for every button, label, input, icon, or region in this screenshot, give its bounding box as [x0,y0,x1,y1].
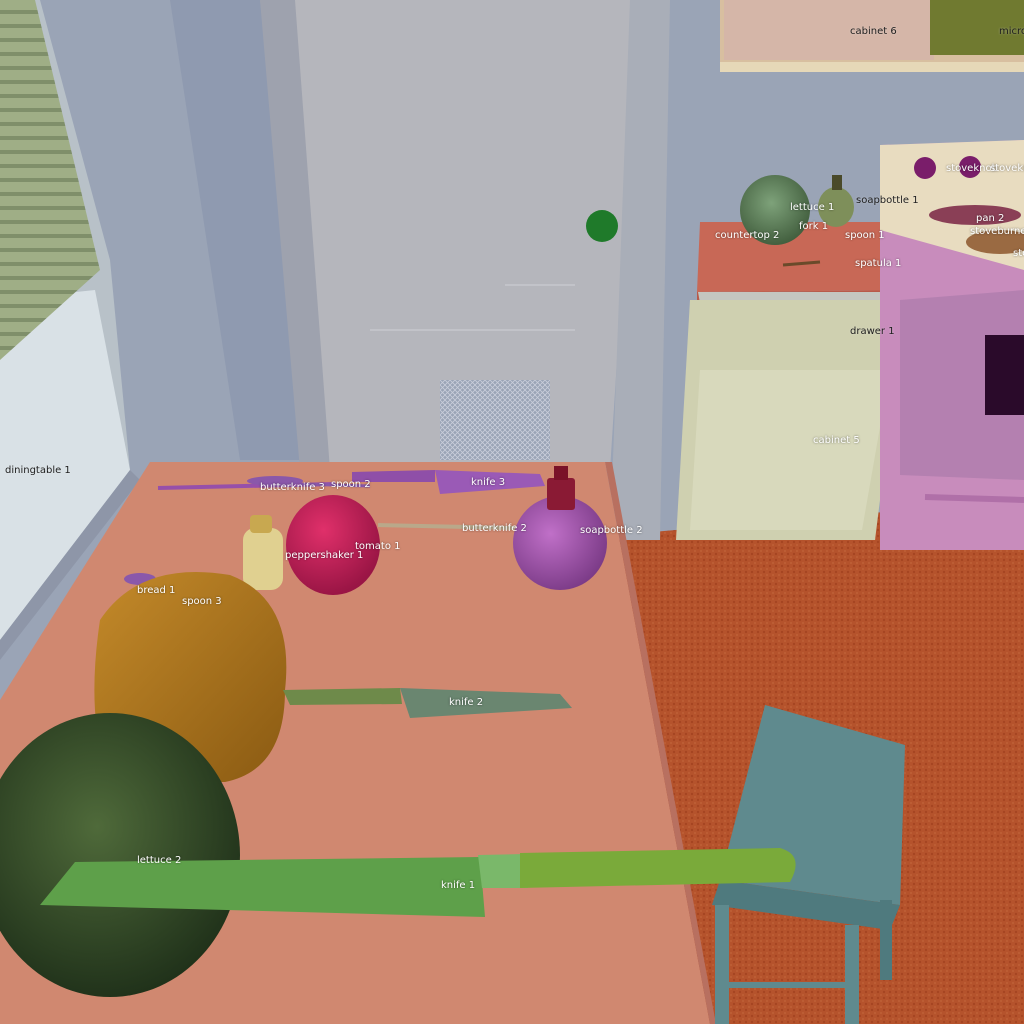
scene-render [0,0,1024,1024]
label-stoveburner: stoveburner [970,226,1024,237]
label-stove-edge: ste [1013,248,1024,259]
label-spoon3: spoon 3 [182,596,222,607]
label-bread1: bread 1 [137,585,176,596]
label-butterknife2: butterknife 2 [462,523,527,534]
label-drawer1: drawer 1 [850,326,895,337]
label-soapbottle1: soapbottle 1 [856,195,919,206]
label-cabinet6: cabinet 6 [850,26,897,37]
label-spoon2: spoon 2 [331,479,371,490]
label-butterknife3: butterknife 3 [260,482,325,493]
label-pan2: pan 2 [976,213,1005,224]
label-soapbottle2: soapbottle 2 [580,525,643,536]
label-microwave: micro [999,26,1024,37]
label-peppershaker1: peppershaker 1 [285,550,364,561]
label-lettuce1: lettuce 1 [790,202,835,213]
label-knife2: knife 2 [449,697,484,708]
label-stoveknob-2: stovekn [990,163,1024,174]
label-spoon1: spoon 1 [845,230,885,241]
label-knife3: knife 3 [471,477,506,488]
label-spatula1: spatula 1 [855,258,902,269]
kitchen-scene: cabinet 6 micro stoveknob stovekn soapbo… [0,0,1024,1024]
label-fork1: fork 1 [799,221,829,232]
label-lettuce2: lettuce 2 [137,855,182,866]
label-diningtable1: diningtable 1 [5,465,71,476]
label-knife1: knife 1 [441,880,476,891]
label-countertop2: countertop 2 [715,230,780,241]
label-cabinet5: cabinet 5 [813,435,860,446]
